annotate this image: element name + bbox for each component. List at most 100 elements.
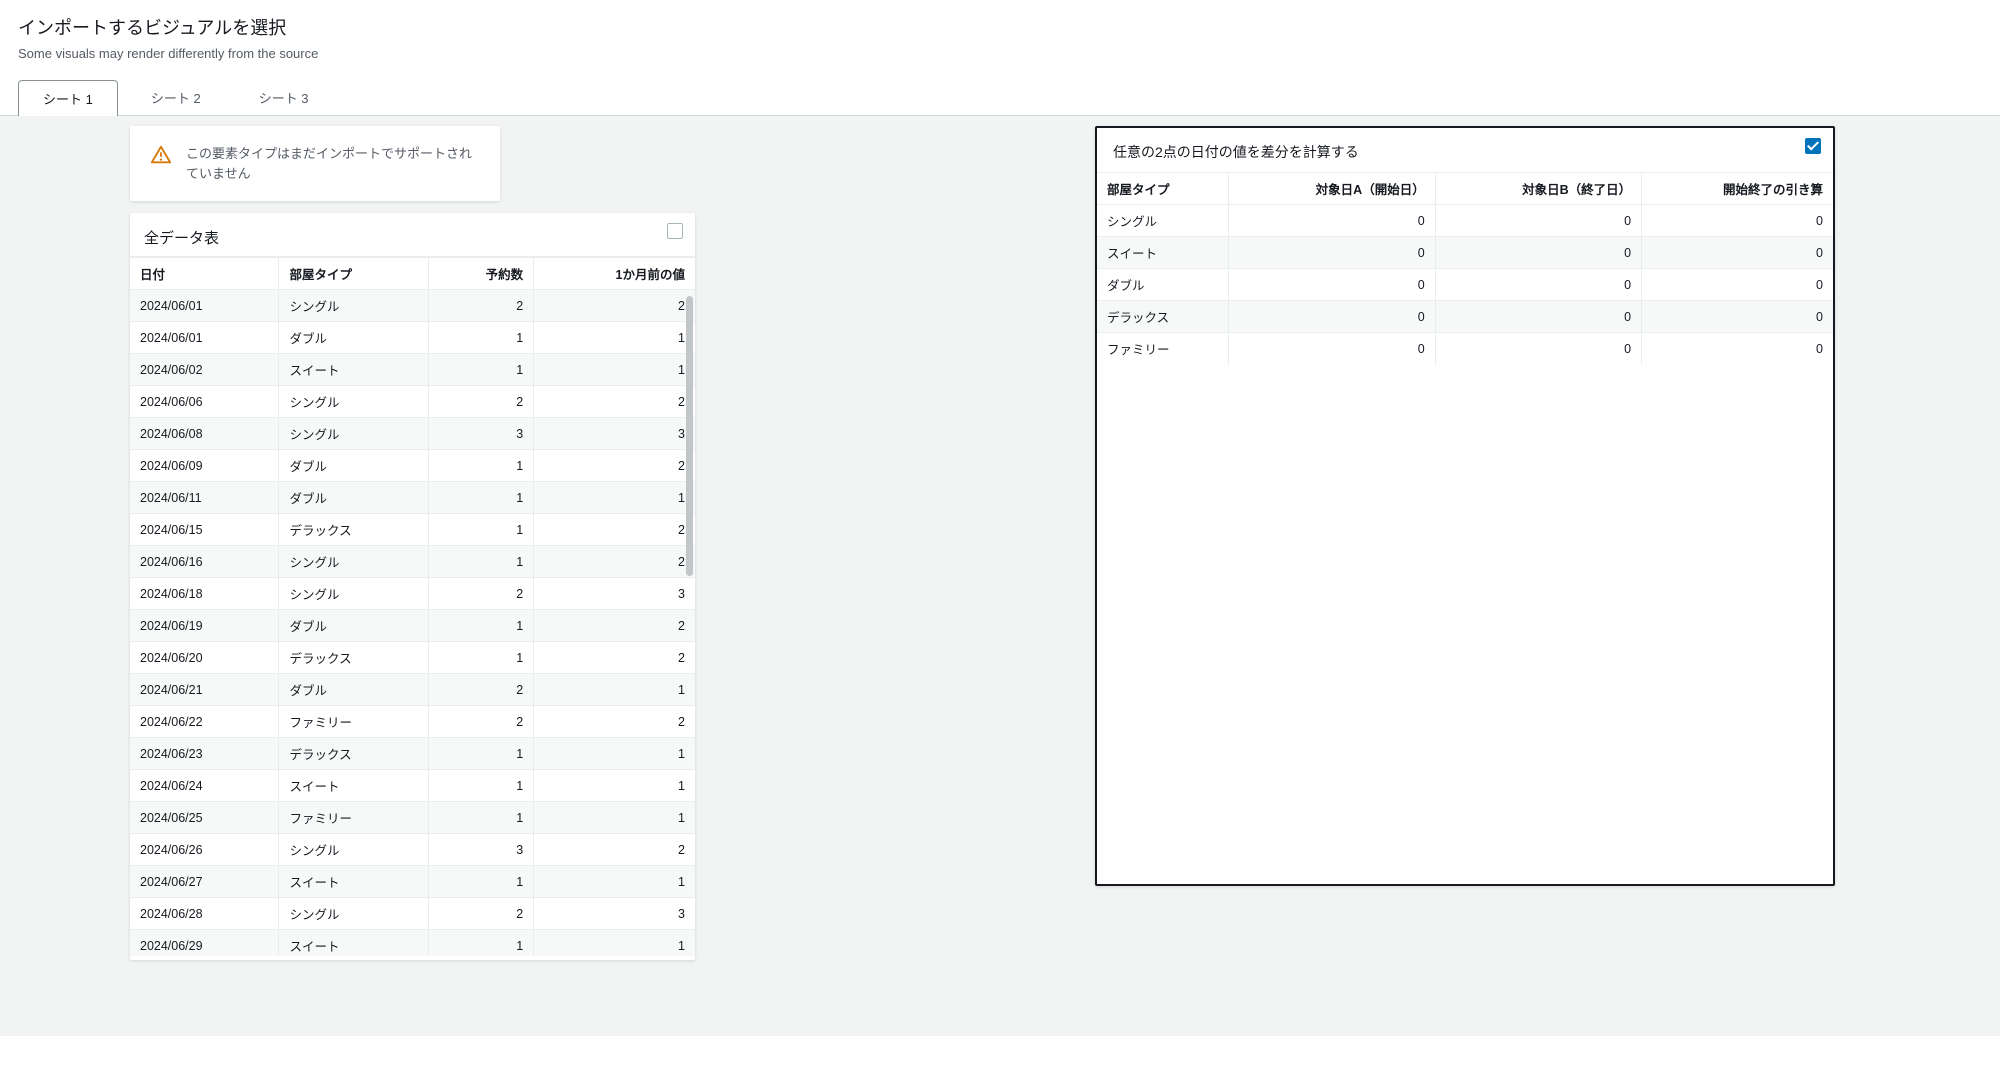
table-row: 2024/06/02スイート11 bbox=[130, 354, 695, 386]
table-cell: ダブル bbox=[279, 450, 429, 482]
left-data-table: 日付部屋タイプ予約数1か月前の値 2024/06/01シングル222024/06… bbox=[130, 256, 695, 956]
table-cell: 0 bbox=[1435, 301, 1641, 333]
table-cell: 2024/06/15 bbox=[130, 514, 279, 546]
table-cell: 1 bbox=[429, 322, 534, 354]
table-cell: 2024/06/27 bbox=[130, 866, 279, 898]
table-cell: スイート bbox=[1097, 237, 1229, 269]
table-cell: 3 bbox=[534, 898, 695, 930]
table-row: 2024/06/27スイート11 bbox=[130, 866, 695, 898]
table-cell: 1 bbox=[429, 354, 534, 386]
table-row: 2024/06/21ダブル21 bbox=[130, 674, 695, 706]
table-cell: ファミリー bbox=[279, 706, 429, 738]
table-cell: 2024/06/01 bbox=[130, 290, 279, 322]
table-row: シングル000 bbox=[1097, 205, 1833, 237]
tab-sheet-2[interactable]: シート 2 bbox=[126, 79, 226, 115]
table-cell: 2 bbox=[534, 386, 695, 418]
table-cell: 1 bbox=[534, 482, 695, 514]
table-cell: 0 bbox=[1229, 269, 1435, 301]
left-col-header[interactable]: 日付 bbox=[130, 257, 279, 290]
table-row: 2024/06/16シングル12 bbox=[130, 546, 695, 578]
table-cell: 3 bbox=[534, 578, 695, 610]
right-col-header[interactable]: 対象日A（開始日） bbox=[1229, 173, 1435, 205]
right-col-header[interactable]: 部屋タイプ bbox=[1097, 173, 1229, 205]
table-cell: 2024/06/28 bbox=[130, 898, 279, 930]
right-data-table: 部屋タイプ対象日A（開始日）対象日B（終了日）開始終了の引き算 シングル000ス… bbox=[1097, 172, 1833, 364]
select-visual-checkbox-left[interactable] bbox=[667, 223, 683, 239]
left-col-header[interactable]: 1か月前の値 bbox=[534, 257, 695, 290]
table-cell: 1 bbox=[534, 802, 695, 834]
unsupported-warning-card[interactable]: この要素タイプはまだインポートでサポートされていません bbox=[130, 126, 500, 201]
table-cell: 0 bbox=[1642, 301, 1833, 333]
table-cell: シングル bbox=[1097, 205, 1229, 237]
table-cell: スイート bbox=[279, 354, 429, 386]
table-cell: シングル bbox=[279, 834, 429, 866]
sheet-tabs: シート 1シート 2シート 3 bbox=[0, 79, 2000, 116]
table-row: 2024/06/28シングル23 bbox=[130, 898, 695, 930]
left-table-title: 全データ表 bbox=[130, 213, 695, 256]
table-cell: デラックス bbox=[279, 642, 429, 674]
table-cell: 2024/06/21 bbox=[130, 674, 279, 706]
table-cell: 0 bbox=[1642, 237, 1833, 269]
table-cell: 2024/06/11 bbox=[130, 482, 279, 514]
right-visual-card[interactable]: 任意の2点の日付の値を差分を計算する 部屋タイプ対象日A（開始日）対象日B（終了… bbox=[1095, 126, 1835, 886]
table-cell: 0 bbox=[1229, 237, 1435, 269]
table-row: 2024/06/01シングル22 bbox=[130, 290, 695, 322]
left-col-header[interactable]: 部屋タイプ bbox=[279, 257, 429, 290]
table-cell: スイート bbox=[279, 770, 429, 802]
table-cell: 1 bbox=[534, 738, 695, 770]
table-row: デラックス000 bbox=[1097, 301, 1833, 333]
table-cell: 2 bbox=[534, 290, 695, 322]
table-cell: 2024/06/19 bbox=[130, 610, 279, 642]
table-cell: 1 bbox=[429, 770, 534, 802]
table-row: 2024/06/24スイート11 bbox=[130, 770, 695, 802]
right-col-header[interactable]: 対象日B（終了日） bbox=[1435, 173, 1641, 205]
table-cell: 1 bbox=[429, 450, 534, 482]
table-cell: 2024/06/18 bbox=[130, 578, 279, 610]
table-cell: 1 bbox=[534, 930, 695, 957]
table-cell: ダブル bbox=[279, 482, 429, 514]
table-cell: 1 bbox=[429, 482, 534, 514]
table-cell: ファミリー bbox=[1097, 333, 1229, 365]
table-cell: 0 bbox=[1229, 333, 1435, 365]
table-cell: 3 bbox=[429, 418, 534, 450]
table-cell: 0 bbox=[1642, 333, 1833, 365]
table-cell: 1 bbox=[429, 514, 534, 546]
left-col-header[interactable]: 予約数 bbox=[429, 257, 534, 290]
table-cell: 2 bbox=[534, 546, 695, 578]
table-row: 2024/06/29スイート11 bbox=[130, 930, 695, 957]
table-cell: 2024/06/08 bbox=[130, 418, 279, 450]
page-subtitle: Some visuals may render differently from… bbox=[18, 46, 1982, 61]
table-cell: シングル bbox=[279, 386, 429, 418]
table-cell: 2024/06/02 bbox=[130, 354, 279, 386]
left-visual-card[interactable]: 全データ表 日付部屋タイプ予約数1か月前の値 2024/06/01シングル222… bbox=[130, 213, 695, 960]
table-cell: 1 bbox=[429, 802, 534, 834]
page-title: インポートするビジュアルを選択 bbox=[18, 14, 1982, 40]
table-cell: 2024/06/24 bbox=[130, 770, 279, 802]
table-cell: シングル bbox=[279, 578, 429, 610]
table-cell: デラックス bbox=[1097, 301, 1229, 333]
table-cell: 1 bbox=[429, 546, 534, 578]
right-col-header[interactable]: 開始終了の引き算 bbox=[1642, 173, 1833, 205]
tab-sheet-3[interactable]: シート 3 bbox=[234, 79, 334, 115]
table-cell: 2024/06/29 bbox=[130, 930, 279, 957]
table-cell: 2 bbox=[429, 706, 534, 738]
table-cell: 0 bbox=[1229, 205, 1435, 237]
table-cell: 2 bbox=[534, 706, 695, 738]
tab-sheet-1[interactable]: シート 1 bbox=[18, 80, 118, 116]
select-visual-checkbox-right[interactable] bbox=[1805, 138, 1821, 154]
table-row: 2024/06/18シングル23 bbox=[130, 578, 695, 610]
table-cell: 0 bbox=[1435, 333, 1641, 365]
table-cell: 2 bbox=[429, 386, 534, 418]
table-cell: 2024/06/20 bbox=[130, 642, 279, 674]
table-row: 2024/06/15デラックス12 bbox=[130, 514, 695, 546]
table-cell: 1 bbox=[429, 610, 534, 642]
table-cell: ダブル bbox=[279, 322, 429, 354]
table-row: ファミリー000 bbox=[1097, 333, 1833, 365]
table-cell: 0 bbox=[1435, 237, 1641, 269]
scrollbar-thumb[interactable] bbox=[686, 296, 693, 576]
table-row: 2024/06/01ダブル11 bbox=[130, 322, 695, 354]
table-cell: 1 bbox=[429, 866, 534, 898]
table-cell: 1 bbox=[429, 930, 534, 957]
table-cell: 2024/06/16 bbox=[130, 546, 279, 578]
table-row: 2024/06/20デラックス12 bbox=[130, 642, 695, 674]
